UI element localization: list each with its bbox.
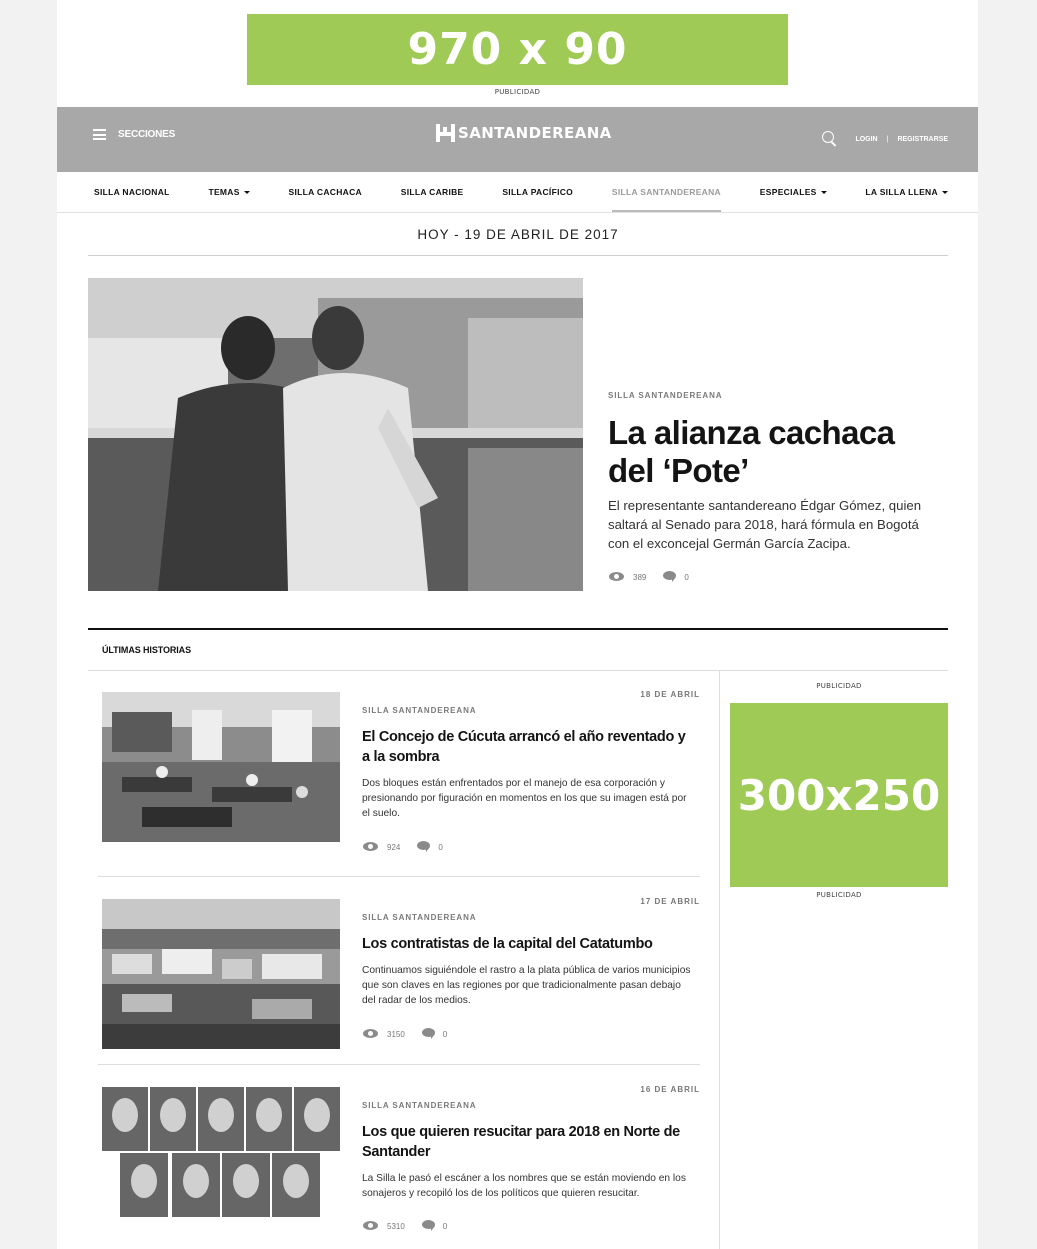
article-description: Dos bloques están enfrentados por el man… [362,778,687,819]
article-title[interactable]: Los contratistas de la capital del Catat… [362,935,692,955]
article-stats: 3150 0 [363,1028,447,1040]
site-logo[interactable]: SANTANDEREANA [436,124,612,142]
comments-count: 0 [442,1029,448,1039]
nav-label: LA SILLA LLENA [865,187,938,197]
article-category[interactable]: SILLA SANTANDEREANA [362,1101,476,1110]
article-thumbnail[interactable] [102,692,340,842]
article-title[interactable]: El Concejo de Cúcuta arrancó el año reve… [362,728,692,767]
nav-label: TEMAS [208,187,240,197]
article-date: 17 DE ABRIL [640,897,700,906]
hero-description: El representante santandereano Édgar Góm… [608,498,922,551]
main-nav: SILLA NACIONAL TEMAS SILLA CACHACA SILLA… [57,172,978,213]
comment-icon[interactable] [421,1220,436,1232]
list-item: 16 DE ABRIL SILLA SANTANDEREANA Los que … [98,1085,700,1249]
header-separator: | [886,135,889,143]
eye-icon [363,1028,380,1040]
date-line: HOY - 19 DE ABRIL DE 2017 [88,213,948,256]
nav-item-especiales[interactable]: ESPECIALES [760,172,827,212]
comments-count: 0 [442,1221,448,1231]
views-count: 5310 [387,1221,405,1231]
top-ad-label: 970 x 90 [407,24,628,75]
search-icon[interactable] [822,131,838,147]
nav-label: SILLA SANTANDEREANA [611,187,721,197]
chair-logo-icon [436,124,455,142]
hamburger-icon [93,129,106,140]
section-title: ÚLTIMAS HISTORIAS [88,628,948,671]
sections-menu-button[interactable]: SECCIONES [93,129,175,140]
side-ad-caption-bottom: PUBLICIDAD [816,891,862,899]
site-header: SECCIONES SANTANDEREANA LOGIN | REGISTRA… [57,107,978,172]
comments-count: 0 [438,842,443,852]
hero-title[interactable]: La alianza cachaca del ‘Pote’ [608,414,938,490]
nav-item-silla-santandereana[interactable]: SILLA SANTANDEREANA [611,172,722,212]
header-actions: LOGIN | REGISTRARSE [822,131,948,147]
caret-down-icon [820,190,827,194]
article-thumbnail[interactable] [102,899,340,1049]
eye-icon [363,1220,380,1232]
nav-item-silla-pacifico[interactable]: SILLA PACÍFICO [502,172,573,212]
divider [98,876,700,877]
column-divider [719,671,720,1249]
caret-down-icon [243,190,250,194]
eye-icon [363,841,380,853]
nav-label: SILLA CARIBE [400,187,464,197]
article-category[interactable]: SILLA SANTANDEREANA [362,706,476,715]
side-ad-banner[interactable]: 300x250 [730,703,948,887]
nav-item-silla-cachaca[interactable]: SILLA CACHACA [288,172,361,212]
article-description: Continuamos siguiéndole el rastro a la p… [362,965,691,1006]
article-date: 16 DE ABRIL [640,1085,700,1094]
login-link[interactable]: LOGIN [855,136,877,143]
comments-count: 0 [684,572,689,582]
side-ad-label: 300x250 [737,770,941,820]
caret-down-icon [941,190,948,194]
hero-stats: 389 0 [609,571,689,583]
top-ad-banner[interactable]: 970 x 90 [247,14,788,85]
page: 970 x 90 PUBLICIDAD SECCIONES SANTANDERE… [57,0,978,1249]
eye-icon [609,571,626,583]
nav-label: ESPECIALES [759,187,817,197]
nav-item-silla-caribe[interactable]: SILLA CARIBE [401,172,464,212]
views-count: 389 [633,572,647,582]
nav-label: SILLA CACHACA [288,187,362,197]
hero-photo[interactable] [88,278,583,591]
hero-category[interactable]: SILLA SANTANDEREANA [608,391,722,400]
nav-item-temas[interactable]: TEMAS [208,172,250,212]
comment-icon[interactable] [421,1028,436,1040]
views-count: 3150 [387,1029,405,1039]
views-count: 924 [387,842,401,852]
divider [98,1064,700,1065]
nav-label: SILLA PACÍFICO [502,187,574,197]
top-ad-caption: PUBLICIDAD [494,88,541,96]
sections-menu-label: SECCIONES [118,129,176,140]
nav-item-la-silla-llena[interactable]: LA SILLA LLENA [865,172,948,212]
comment-icon[interactable] [663,571,677,583]
nav-label: SILLA NACIONAL [94,187,170,197]
article-stats: 924 0 [363,841,443,853]
logo-text: SANTANDEREANA [458,124,612,142]
article-date: 18 DE ABRIL [640,690,700,699]
list-item: 18 DE ABRIL SILLA SANTANDEREANA El Conce… [98,690,700,880]
article-stats: 5310 0 [363,1220,447,1232]
list-item: 17 DE ABRIL SILLA SANTANDEREANA Los cont… [98,897,700,1067]
nav-item-silla-nacional[interactable]: SILLA NACIONAL [94,172,170,212]
register-link[interactable]: REGISTRARSE [897,136,948,143]
article-category[interactable]: SILLA SANTANDEREANA [362,913,476,922]
comment-icon[interactable] [417,841,431,853]
side-ad-caption-top: PUBLICIDAD [816,682,862,690]
article-title[interactable]: Los que quieren resucitar para 2018 en N… [362,1123,692,1162]
article-description: La Silla le pasó el escáner a los nombre… [362,1173,686,1199]
article-thumbnail[interactable] [102,1087,340,1217]
